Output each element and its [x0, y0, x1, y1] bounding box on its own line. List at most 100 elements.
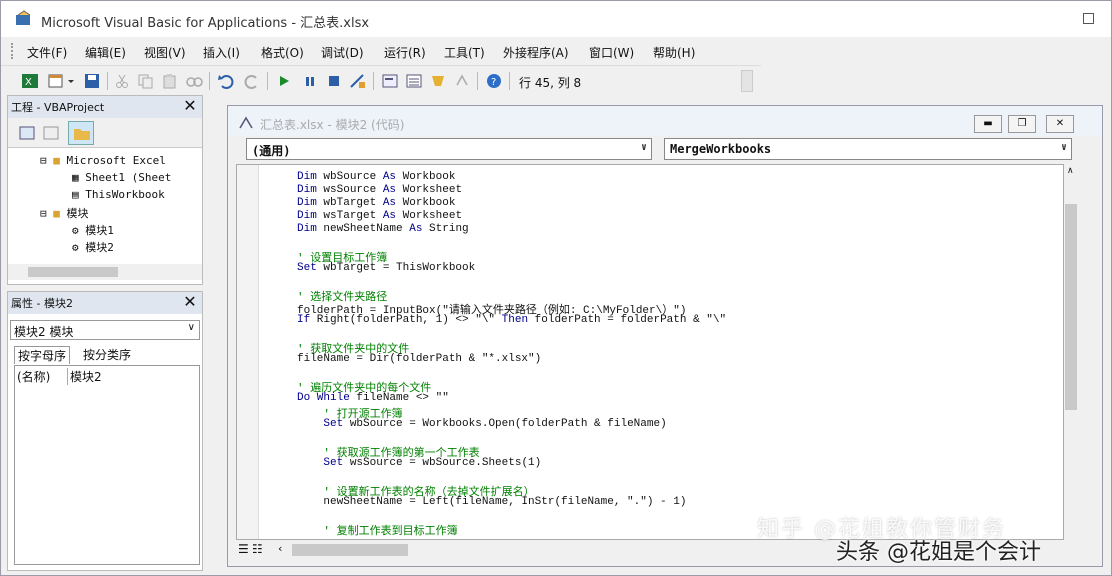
project-panel-header: 工程 - VBAProject ✕ — [8, 96, 202, 118]
tree-item-modules[interactable]: ⊟ ■ 模块 — [40, 205, 89, 221]
maximize-button[interactable] — [1083, 13, 1094, 24]
view-object-icon[interactable] — [42, 124, 60, 142]
reset-icon[interactable] — [325, 73, 343, 89]
properties-tabs: 按字母序 按分类序 — [8, 344, 202, 364]
close-icon[interactable]: ✕ — [181, 98, 199, 116]
toutiao-watermark: 头条 @花姐是个会计 — [836, 540, 1041, 565]
save-icon[interactable] — [83, 73, 101, 89]
paste-icon[interactable] — [161, 73, 179, 89]
help-icon[interactable]: ? — [485, 73, 503, 89]
minimize-button[interactable]: ▬ — [974, 115, 1002, 133]
procedure-combo[interactable]: MergeWorkbooks ∨ — [664, 138, 1072, 160]
restore-button[interactable]: ❐ — [1008, 115, 1036, 133]
code-line[interactable]: Dim newSheetName As String — [297, 223, 469, 235]
close-icon[interactable]: ✕ — [181, 294, 199, 312]
run-icon[interactable] — [275, 73, 293, 89]
tree-item-label: 模块2 — [85, 241, 114, 254]
tab-categorized[interactable]: 按分类序 — [80, 346, 134, 363]
tree-item-label: ThisWorkbook — [85, 188, 165, 201]
prop-name-cell[interactable]: (名称) — [17, 368, 50, 385]
code-line[interactable]: Dim wsTarget As Worksheet — [297, 210, 462, 222]
prop-value-cell[interactable]: 模块2 — [67, 368, 102, 385]
object-select[interactable]: 模块2 模块 ∨ — [10, 320, 200, 340]
chevron-left-icon[interactable]: ‹ — [278, 542, 282, 555]
toggle-folders-button[interactable] — [68, 121, 94, 145]
menu-file[interactable]: 文件(F) — [27, 44, 67, 61]
tree-item-module1[interactable]: ⚙ 模块1 — [72, 222, 114, 238]
code-line[interactable]: Set wbTarget = ThisWorkbook — [297, 262, 475, 274]
procedure-view-icon[interactable]: ☰ — [238, 542, 249, 556]
toolbar-separator — [107, 72, 108, 90]
menu-help[interactable]: 帮助(H) — [653, 44, 695, 61]
properties-icon[interactable] — [405, 73, 423, 89]
find-icon[interactable] — [185, 73, 203, 89]
object-combo[interactable]: (通用) ∨ — [246, 138, 652, 160]
menu-format[interactable]: 格式(O) — [261, 44, 304, 61]
code-line[interactable]: Dim wbTarget As Workbook — [297, 197, 455, 209]
project-hscrollbar[interactable] — [8, 264, 202, 280]
code-comment-line[interactable]: ' 复制工作表到目标工作簿 — [297, 522, 457, 538]
folder-icon — [74, 129, 90, 140]
view-code-icon[interactable] — [18, 124, 36, 142]
vba-editor-window: Microsoft Visual Basic for Applications … — [0, 0, 1112, 576]
code-line[interactable]: fileName = Dir(folderPath & "*.xlsx") — [297, 353, 541, 365]
tree-item-excel-objects[interactable]: ⊟ ■ Microsoft Excel — [40, 154, 166, 167]
cursor-position: 行 45, 列 8 — [519, 76, 582, 90]
code-editor[interactable]: Dim wbSource As Workbook Dim wsSource As … — [236, 164, 1064, 540]
svg-text:X: X — [25, 77, 32, 88]
tree-item-module2[interactable]: ⚙ 模块2 — [72, 239, 114, 255]
close-button[interactable]: ✕ — [1046, 115, 1074, 133]
tree-item-thisworkbook[interactable]: ▤ ThisWorkbook — [72, 188, 165, 201]
full-module-view-icon[interactable]: ☷ — [252, 542, 263, 556]
module-icon: ⚙ — [72, 241, 79, 254]
scroll-thumb[interactable] — [292, 544, 408, 556]
scroll-thumb[interactable] — [1065, 204, 1077, 410]
workbook-icon: ▤ — [72, 188, 79, 201]
procedure-combo-value: MergeWorkbooks — [670, 142, 772, 156]
chevron-up-icon[interactable]: ∧ — [1067, 166, 1074, 176]
menubar-grip[interactable] — [11, 43, 15, 59]
project-panel-title: 工程 - VBAProject — [11, 101, 105, 114]
undo-icon[interactable] — [217, 73, 235, 89]
menu-edit[interactable]: 编辑(E) — [85, 44, 126, 61]
tab-alphabetic[interactable]: 按字母序 — [14, 346, 71, 364]
redo-icon[interactable] — [243, 73, 261, 89]
code-line[interactable]: newSheetName = Left(fileName, InStr(file… — [297, 496, 686, 508]
menu-view[interactable]: 视图(V) — [144, 44, 186, 61]
object-browser-icon[interactable] — [429, 73, 447, 89]
cut-icon[interactable] — [113, 73, 131, 89]
toolbar-overflow-button[interactable] — [741, 70, 753, 92]
menu-addins[interactable]: 外接程序(A) — [503, 44, 569, 61]
properties-panel-title: 属性 - 模块2 — [11, 297, 73, 310]
menu-tools[interactable]: 工具(T) — [444, 44, 485, 61]
break-icon[interactable] — [301, 73, 319, 89]
menu-window[interactable]: 窗口(W) — [589, 44, 634, 61]
menu-run[interactable]: 运行(R) — [384, 44, 426, 61]
svg-text:?: ? — [491, 77, 496, 88]
excel-icon[interactable]: X — [21, 73, 39, 89]
design-mode-icon[interactable] — [349, 73, 367, 89]
window-title: Microsoft Visual Basic for Applications … — [41, 16, 370, 31]
menu-debug[interactable]: 调试(D) — [321, 44, 364, 61]
toolbar-separator — [509, 72, 510, 90]
tree-item-label: 模块1 — [85, 224, 114, 237]
menu-insert[interactable]: 插入(I) — [203, 44, 240, 61]
code-line[interactable]: Dim wbSource As Workbook — [297, 171, 455, 183]
copy-icon[interactable] — [137, 73, 155, 89]
code-line[interactable]: Do While fileName <> "" — [297, 392, 449, 404]
code-line[interactable]: If Right(folderPath, 1) <> "\" Then fold… — [297, 314, 726, 326]
toolbar-separator — [209, 72, 210, 90]
insert-module-icon[interactable] — [47, 73, 65, 89]
toolbar-separator — [267, 72, 268, 90]
code-line[interactable]: Set wsSource = wbSource.Sheets(1) — [297, 457, 541, 469]
folder-icon: ■ — [53, 207, 60, 220]
properties-panel: 属性 - 模块2 ✕ 模块2 模块 ∨ 按字母序 按分类序 (名称) 模块2 — [7, 291, 203, 571]
code-line[interactable]: Dim wsSource As Worksheet — [297, 184, 462, 196]
toolbox-icon[interactable] — [453, 73, 471, 89]
code-vscrollbar[interactable]: ∧ — [1064, 164, 1078, 540]
chevron-down-icon[interactable] — [67, 73, 75, 89]
project-explorer-icon[interactable] — [381, 73, 399, 89]
code-line[interactable]: Set wbSource = Workbooks.Open(folderPath… — [297, 418, 666, 430]
scroll-thumb[interactable] — [28, 267, 118, 277]
tree-item-sheet1[interactable]: ▦ Sheet1 (Sheet — [72, 171, 171, 184]
